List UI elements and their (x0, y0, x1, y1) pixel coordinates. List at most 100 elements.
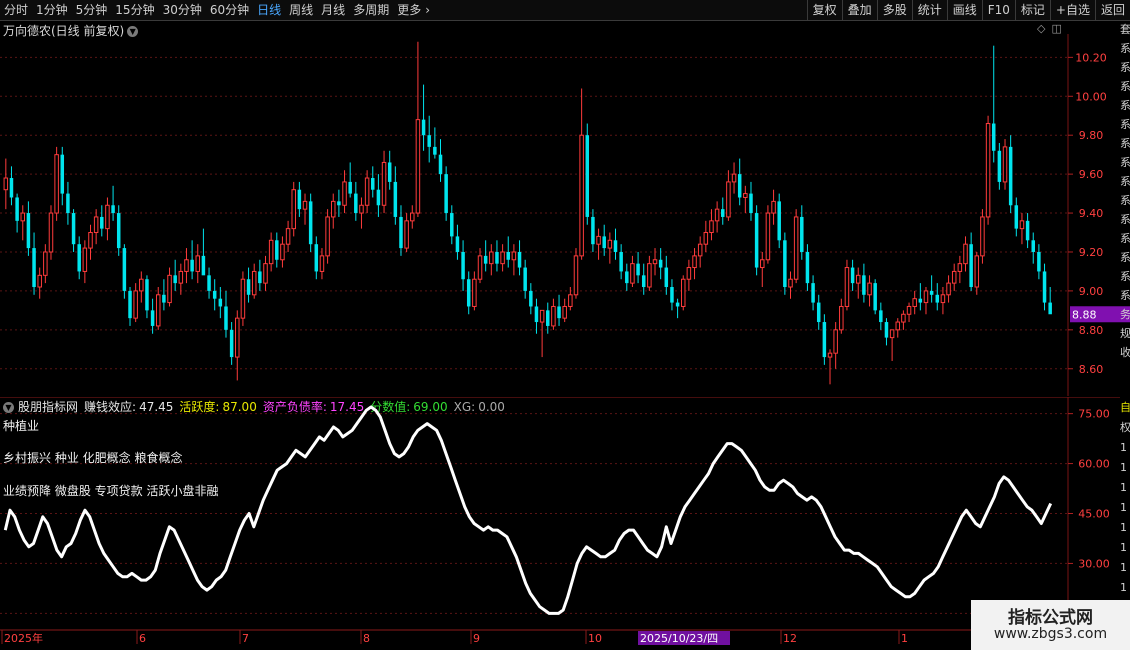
period-tab[interactable]: 月线 (317, 0, 349, 20)
candle-down (438, 139, 443, 182)
period-tab[interactable]: 更多 (393, 0, 425, 20)
candle-body (308, 201, 313, 245)
candle-body (731, 173, 737, 183)
toolbar-button[interactable]: 复权 (806, 0, 842, 20)
toolbar-button[interactable]: +自选 (1049, 0, 1095, 20)
candle-up (607, 232, 613, 264)
candle-body (783, 240, 787, 288)
date-tick-label: 1 (901, 632, 908, 645)
indicator-tick-label: 45.00 (1078, 508, 1110, 521)
candle-body (348, 181, 352, 194)
date-tick-label: 2025年 (4, 631, 43, 645)
candle-body (827, 352, 833, 358)
candle-down (207, 267, 211, 299)
chevron-right-icon[interactable]: › (425, 0, 432, 20)
indicator-side-char: 1 (1120, 501, 1127, 514)
candle-body (579, 134, 584, 257)
period-tab[interactable]: 60分钟 (206, 0, 253, 20)
candle-down (71, 209, 76, 252)
candle-down (190, 240, 194, 280)
candle-up (827, 349, 833, 385)
candle-down (658, 248, 663, 280)
candle-body (32, 248, 36, 288)
toolbar-button[interactable]: 多股 (876, 0, 912, 20)
candle-body (483, 255, 488, 264)
candle-down (9, 166, 14, 206)
candle-up (714, 201, 720, 233)
candle-up (793, 209, 799, 284)
candle-down (224, 290, 228, 338)
side-strip-char: 系 (1120, 270, 1130, 283)
period-tab[interactable]: 多周期 (349, 0, 393, 20)
candle-body (721, 209, 725, 217)
toolbar-button[interactable]: 返回 (1094, 0, 1130, 20)
candle-down (749, 181, 753, 221)
candle-body (670, 287, 674, 303)
candle-body (1048, 302, 1052, 315)
indicator-side-char: 1 (1120, 541, 1127, 554)
candle-up (88, 224, 93, 260)
period-tab[interactable]: 30分钟 (159, 0, 206, 20)
period-tab[interactable]: 周线 (285, 0, 317, 20)
candle-body (105, 204, 110, 230)
candle-up (105, 197, 110, 241)
candle-body (15, 197, 19, 221)
candle-body (427, 135, 431, 147)
candle-down (811, 275, 815, 311)
indicator-side-char: 自 (1120, 401, 1130, 414)
candle-body (444, 174, 448, 214)
candle-down (721, 197, 725, 225)
candle-down (534, 298, 539, 334)
candle-body (625, 271, 629, 284)
candle-down (297, 181, 302, 217)
candle-down (32, 232, 36, 295)
candle-body (100, 216, 104, 229)
candle-down (602, 224, 606, 256)
candle-body (1025, 220, 1030, 241)
period-tab[interactable]: 5分钟 (72, 0, 112, 20)
candle-down (393, 166, 398, 225)
candle-body (963, 243, 968, 265)
candle-up (285, 220, 291, 252)
candle-body (466, 279, 471, 307)
candle-body (354, 193, 358, 214)
candle-down (201, 228, 206, 276)
toolbar-button[interactable]: 叠加 (841, 0, 877, 20)
period-tab[interactable]: 分时 (0, 0, 32, 20)
toolbar-button[interactable]: 画线 (946, 0, 982, 20)
indicator-side-char: 1 (1120, 561, 1127, 574)
last-price-label: 8.88 (1072, 308, 1097, 321)
candle-down (26, 201, 31, 256)
indicator-tick-label: 30.00 (1078, 557, 1110, 570)
candle-body (929, 290, 934, 295)
toolbar-button[interactable]: 统计 (911, 0, 947, 20)
side-strip-char: 务 (1120, 308, 1130, 321)
date-tick-label: 6 (139, 632, 146, 645)
candle-body (387, 162, 392, 182)
candle-down (275, 232, 279, 268)
candle-body (800, 216, 804, 252)
candle-body (709, 220, 714, 234)
period-tab[interactable]: 15分钟 (111, 0, 158, 20)
candle-body (167, 274, 172, 304)
candle-up (923, 287, 929, 315)
candle-body (1037, 251, 1041, 272)
toolbar-button[interactable]: 标记 (1014, 0, 1050, 20)
toolbar-button[interactable]: F10 (981, 0, 1015, 20)
candle-body (77, 244, 81, 272)
candle-up (291, 181, 296, 237)
period-tab[interactable]: 日线 (253, 0, 285, 20)
candle-body (201, 255, 206, 276)
candle-up (1002, 139, 1008, 190)
candle-body (573, 255, 579, 296)
price-tick-label: 8.60 (1079, 363, 1104, 376)
candle-body (918, 298, 923, 303)
date-tick-label: 8 (363, 632, 370, 645)
period-tab[interactable]: 1分钟 (32, 0, 72, 20)
candle-body (771, 200, 776, 214)
candle-body (602, 236, 606, 249)
candle-up (3, 158, 9, 210)
candle-body (438, 154, 443, 175)
candle-down (145, 275, 149, 319)
candle-down (450, 205, 454, 245)
